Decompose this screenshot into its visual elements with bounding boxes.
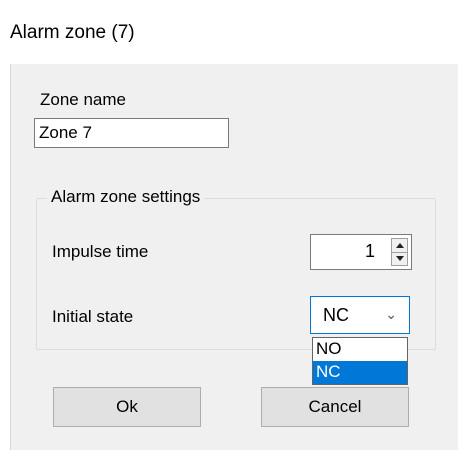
impulse-time-value[interactable]: 1 — [365, 241, 375, 262]
arrow-up-icon — [395, 243, 404, 248]
initial-state-label: Initial state — [52, 307, 134, 326]
zone-name-label: Zone name — [40, 90, 126, 109]
stepper-buttons — [391, 238, 408, 266]
arrow-down-icon — [395, 256, 404, 261]
initial-state-dropdown-list: NO NC — [312, 337, 408, 385]
dropdown-option-no[interactable]: NO — [313, 338, 407, 361]
increment-button[interactable] — [392, 239, 407, 253]
impulse-time-stepper[interactable]: 1 — [310, 234, 412, 270]
chevron-down-icon[interactable]: ⌄ — [385, 306, 397, 323]
initial-state-selected-value: NC — [323, 305, 349, 325]
dialog-client-area: Zone name Zone 7 Alarm zone settings Imp… — [10, 64, 458, 450]
zone-name-input[interactable]: Zone 7 — [34, 118, 229, 148]
alarm-zone-dialog: Alarm zone (7) Zone name Zone 7 Alarm zo… — [0, 0, 473, 450]
impulse-time-label: Impulse time — [52, 242, 149, 261]
group-legend: Alarm zone settings — [47, 187, 205, 207]
dropdown-option-nc[interactable]: NC — [313, 361, 407, 384]
decrement-button[interactable] — [392, 252, 407, 265]
cancel-button[interactable]: Cancel — [261, 387, 409, 427]
window-title: Alarm zone (7) — [10, 22, 135, 43]
title-bar: Alarm zone (7) — [0, 0, 473, 64]
initial-state-select[interactable]: NC ⌄ — [310, 296, 410, 334]
ok-button[interactable]: Ok — [53, 387, 201, 427]
